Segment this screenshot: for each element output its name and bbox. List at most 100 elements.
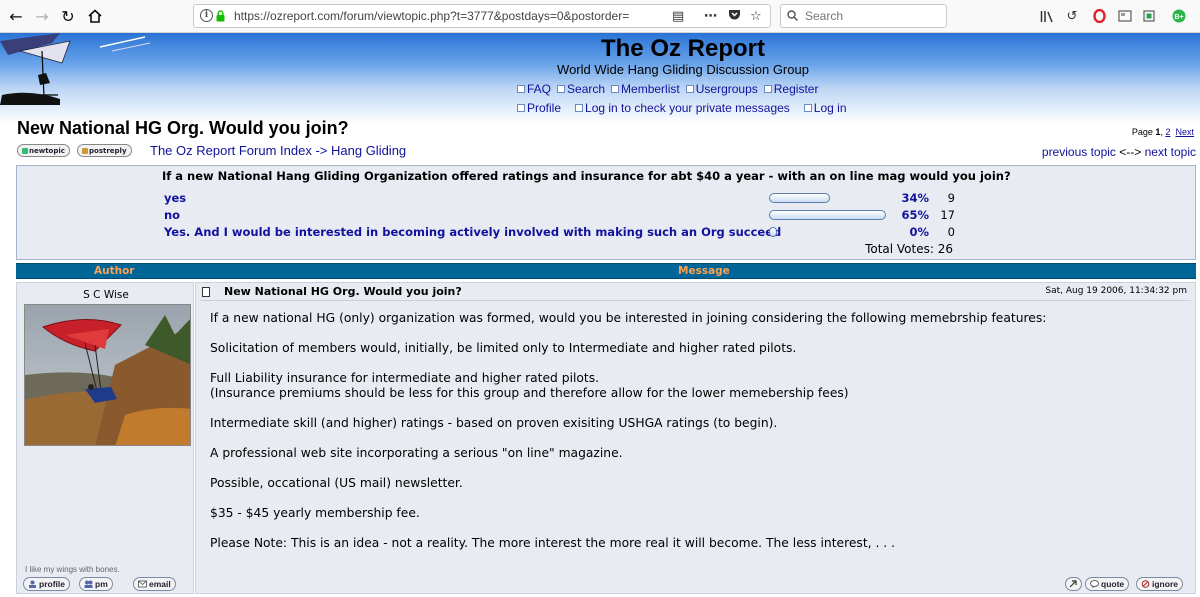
post-reply-button[interactable]: postreply: [77, 144, 132, 157]
menu-register[interactable]: Register: [763, 82, 818, 96]
bookmark-star-icon[interactable]: ☆: [750, 9, 762, 24]
menu-search[interactable]: Search: [557, 82, 605, 96]
extension-icon-2[interactable]: [1140, 7, 1158, 25]
usergroups-icon: [685, 85, 694, 93]
page-actions-icon[interactable]: ⋯: [704, 9, 717, 24]
post-paragraph: $35 - $45 yearly membership fee.: [210, 506, 420, 520]
faq-icon: [517, 85, 525, 93]
pm-button[interactable]: pm: [79, 577, 113, 591]
previous-topic-link[interactable]: previous topic: [1042, 145, 1116, 159]
post-paragraph: Possible, occational (US mail) newslette…: [210, 476, 463, 490]
post-paragraph: (Insurance premiums should be less for t…: [210, 386, 849, 400]
quote-button[interactable]: quote: [1085, 577, 1130, 591]
poll-option-votes: 9: [947, 191, 955, 205]
post-body: If a new national HG (only) organization…: [210, 311, 1046, 566]
menu-profile[interactable]: Profile: [517, 101, 561, 115]
page-2-link[interactable]: 2: [1165, 127, 1170, 137]
search-icon: [787, 10, 798, 21]
breadcrumb-forum-index[interactable]: The Oz Report Forum Index: [150, 143, 312, 158]
post-document-icon: [202, 287, 210, 297]
poll-option-votes: 0: [947, 225, 955, 239]
register-icon: [763, 85, 772, 93]
url-text: https://ozreport.com/forum/viewtopic.php…: [234, 9, 630, 23]
poll-option-percent: 0%: [909, 225, 929, 239]
menu-faq[interactable]: FAQ: [517, 82, 551, 96]
search-box[interactable]: [780, 4, 947, 28]
profile-icon: [517, 104, 525, 112]
post-paragraph: If a new national HG (only) organization…: [210, 311, 1047, 325]
post-paragraph: Solicitation of members would, initially…: [210, 341, 797, 355]
site-subtitle: World Wide Hang Gliding Discussion Group: [557, 62, 809, 77]
thread-header: Author Message: [16, 263, 1196, 279]
next-page-link[interactable]: Next: [1175, 127, 1194, 137]
up-arrow-button[interactable]: [1065, 577, 1082, 591]
ignore-button[interactable]: ignore: [1136, 577, 1183, 591]
menu-private-messages[interactable]: Log in to check your private messages: [575, 101, 790, 115]
opera-icon[interactable]: [1090, 7, 1108, 25]
author-signature: I like my wings with bones.: [25, 565, 120, 574]
post-author-panel: S C Wise I like my wings with bones. pro…: [16, 282, 194, 594]
main-menu-row-2: Profile Log in to check your private mes…: [517, 101, 847, 115]
poll-option-label: no: [164, 208, 181, 222]
pm-icon: [84, 580, 93, 588]
search-input[interactable]: [805, 8, 943, 24]
author-column-header: Author: [94, 265, 135, 277]
menu-memberlist[interactable]: Memberlist: [611, 82, 680, 96]
message-column-header: Message: [678, 265, 730, 277]
back-icon[interactable]: ←: [5, 5, 27, 27]
poll-option-percent: 65%: [901, 208, 929, 222]
home-icon[interactable]: [84, 5, 106, 27]
post-paragraph: A professional web site incorporating a …: [210, 446, 623, 460]
search-icon: [557, 85, 566, 93]
email-button[interactable]: email: [133, 577, 176, 591]
arrow-up-icon: [1069, 580, 1077, 588]
quote-icon: [1090, 580, 1099, 588]
reader-view-icon[interactable]: ▤: [672, 9, 684, 24]
author-name: S C Wise: [83, 289, 129, 301]
poll-option-label: yes: [164, 191, 187, 205]
poll-question: If a new National Hang Gliding Organizat…: [162, 169, 1011, 183]
new-topic-icon: [22, 147, 28, 154]
post-paragraph: Please Note: This is an idea - not a rea…: [210, 536, 896, 550]
history-icon[interactable]: ↺: [1063, 7, 1081, 25]
forward-icon[interactable]: →: [31, 5, 53, 27]
menu-login[interactable]: Log in: [803, 101, 847, 115]
poll-option-votes: 17: [940, 208, 955, 222]
poll-option-percent: 34%: [901, 191, 929, 205]
browser-toolbar: ← → ↻ i https://ozreport.com/forum/viewt…: [0, 0, 1200, 33]
profile-button[interactable]: profile: [23, 577, 70, 591]
avatar: [24, 304, 191, 446]
post-subject: New National HG Org. Would you join?: [224, 285, 462, 298]
poll-result-bar: [769, 193, 830, 203]
profile-icon: [29, 580, 36, 588]
menu-usergroups[interactable]: Usergroups: [685, 82, 758, 96]
post-divider: [200, 300, 1191, 301]
post-paragraph: Intermediate skill (and higher) ratings …: [210, 416, 778, 430]
new-topic-button[interactable]: newtopic: [17, 144, 70, 157]
poll-total-votes: Total Votes: 26: [865, 242, 953, 256]
site-info-icon[interactable]: i: [200, 9, 213, 22]
post-date: Sat, Aug 19 2006, 11:34:32 pm: [1045, 286, 1187, 296]
poll-option-label: Yes. And I would be interested in becomi…: [164, 225, 782, 239]
breadcrumb: The Oz Report Forum Index -> Hang Glidin…: [150, 143, 407, 158]
extension-icon[interactable]: [1116, 7, 1134, 25]
main-menu-row-1: FAQ Search Memberlist Usergroups Registe…: [517, 82, 818, 96]
message-icon: [575, 104, 584, 112]
url-bar[interactable]: i https://ozreport.com/forum/viewtopic.p…: [193, 4, 771, 28]
forum-header: The Oz Report World Wide Hang Gliding Di…: [0, 33, 1200, 123]
post-paragraph: Full Liability insurance for intermediat…: [210, 371, 600, 385]
login-icon: [803, 104, 812, 112]
pocket-icon[interactable]: [728, 9, 741, 25]
poll-result-bar: [769, 210, 886, 220]
lock-icon: [216, 10, 225, 22]
poll-box: If a new National Hang Gliding Organizat…: [16, 165, 1196, 260]
account-icon[interactable]: B+: [1170, 7, 1188, 25]
library-icon[interactable]: [1038, 7, 1056, 25]
post-reply-icon: [82, 147, 88, 154]
post-message-panel: New National HG Org. Would you join? Sat…: [195, 282, 1196, 594]
pagination: Page 1, 2 Next: [1131, 127, 1194, 137]
reload-icon[interactable]: ↻: [57, 5, 79, 27]
next-topic-link[interactable]: next topic: [1145, 145, 1196, 159]
memberlist-icon: [611, 85, 620, 93]
breadcrumb-hang-gliding[interactable]: Hang Gliding: [331, 143, 406, 158]
